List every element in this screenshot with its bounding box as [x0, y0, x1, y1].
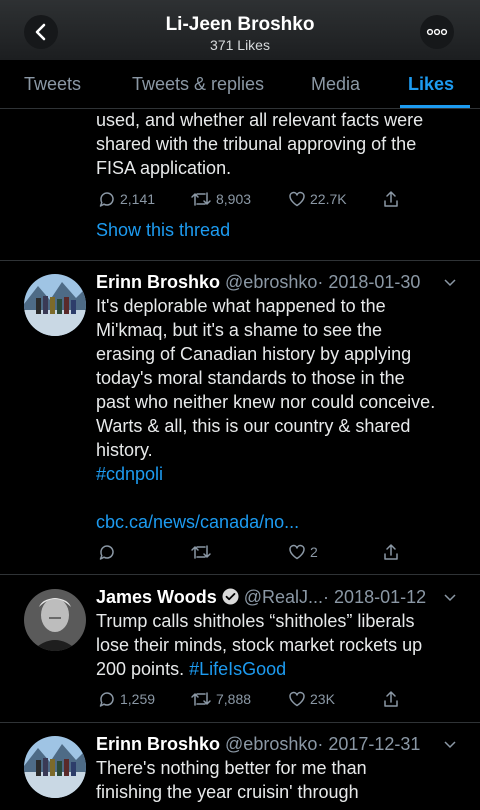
share-icon — [384, 191, 398, 207]
heart-icon — [289, 191, 305, 207]
tweet-text-line: There's nothing better for me than — [96, 758, 367, 778]
tweet-text-line: Warts & all, this is our country & share… — [96, 416, 411, 436]
share-button[interactable] — [382, 190, 400, 208]
tweet-text-line: finishing the year cruisin' through — [96, 782, 359, 802]
more-dots-icon — [426, 28, 448, 36]
like-count: 23K — [310, 691, 335, 707]
tab-tweets-replies[interactable]: Tweets & replies — [132, 74, 264, 95]
avatar[interactable] — [24, 274, 86, 336]
hashtag-link[interactable]: #LifeIsGood — [189, 659, 286, 679]
divider — [0, 574, 480, 575]
tweet-date: · 2017-12-31 — [317, 734, 421, 754]
author-name[interactable]: James Woods — [96, 587, 217, 607]
heart-icon — [289, 691, 305, 707]
retweet-button[interactable]: 7,888 — [190, 690, 251, 708]
tab-media[interactable]: Media — [311, 74, 360, 95]
avatar[interactable] — [24, 589, 86, 651]
tweet-text-line: history. — [96, 440, 153, 460]
chevron-down-icon[interactable] — [444, 741, 456, 749]
tweet-text-line: today's moral standards to those in the — [96, 368, 405, 388]
tweet-text-line: FISA application. — [96, 158, 232, 178]
likes-count: 371 Likes — [210, 37, 270, 53]
retweet-button[interactable] — [190, 543, 212, 561]
chevron-down-icon[interactable] — [444, 279, 456, 287]
reply-icon — [99, 692, 114, 707]
tweet-text-line: used, and whether all relevant facts wer… — [96, 110, 424, 130]
tweet-date: · 2018-01-30 — [317, 272, 421, 292]
reply-button[interactable] — [98, 543, 116, 561]
tweet-text-line: Mi'kmaq, but it's a shame to see the — [96, 320, 383, 340]
reply-button[interactable]: 1,259 — [98, 690, 155, 708]
tweet-header: Erinn Broshko @ebroshko· 2018-01-30 — [96, 270, 420, 294]
author-handle[interactable]: @RealJ... — [244, 587, 323, 607]
like-count: 22.7K — [310, 191, 347, 207]
avatar-photo — [24, 736, 86, 798]
hashtag-link[interactable]: #cdnpoli — [96, 462, 163, 486]
show-thread-link[interactable]: Show this thread — [96, 218, 230, 242]
more-button[interactable] — [420, 15, 454, 49]
tweet-date: · 2018-01-12 — [323, 587, 427, 607]
tweet-text: 200 points. — [96, 659, 190, 679]
chevron-down-icon[interactable] — [444, 594, 456, 602]
retweet-icon — [191, 545, 211, 559]
retweet-icon — [191, 692, 211, 706]
avatar-photo — [24, 274, 86, 336]
tweet-text-line: shared with the tribunal approving of th… — [96, 134, 417, 154]
reply-icon — [99, 545, 114, 560]
like-count: 2 — [310, 544, 318, 560]
tweet-text-line: 200 points. #LifeIsGood — [96, 657, 286, 681]
reply-icon — [99, 192, 114, 207]
divider — [0, 260, 480, 261]
avatar-photo — [24, 589, 86, 651]
tweet-text-line: past who neither knew nor could conceive… — [96, 392, 436, 412]
author-handle[interactable]: @ebroshko — [225, 272, 317, 292]
tab-likes[interactable]: Likes — [408, 74, 454, 95]
verified-badge-icon — [222, 588, 239, 605]
share-icon — [384, 544, 398, 560]
retweet-count: 7,888 — [216, 691, 252, 707]
reply-count: 2,141 — [120, 191, 156, 207]
tweet-header: Erinn Broshko @ebroshko· 2017-12-31 — [96, 732, 420, 756]
divider — [0, 722, 480, 723]
profile-tabs: Tweets Tweets & replies Media Likes — [0, 60, 480, 109]
avatar[interactable] — [24, 736, 86, 798]
share-button[interactable] — [382, 690, 400, 708]
profile-header: Li-Jeen Broshko 371 Likes — [0, 0, 480, 60]
like-button[interactable]: 23K — [288, 690, 335, 708]
tweet-text-line: It's deplorable what happened to the — [96, 296, 386, 316]
tweet-text-line: erasing of Canadian history by applying — [96, 344, 412, 364]
profile-name: Li-Jeen Broshko — [165, 14, 315, 35]
share-button[interactable] — [382, 543, 400, 561]
tweet-text-line: lose their minds, stock market rockets u… — [96, 635, 423, 655]
share-icon — [384, 691, 398, 707]
tweet-text-line: Trump calls shitholes “shitholes” libera… — [96, 611, 415, 631]
like-button[interactable]: 22.7K — [288, 190, 347, 208]
like-button[interactable]: 2 — [288, 543, 318, 561]
author-name[interactable]: Erinn Broshko — [96, 272, 220, 292]
retweet-count: 8,903 — [216, 191, 252, 207]
retweet-button[interactable]: 8,903 — [190, 190, 251, 208]
tab-tweets[interactable]: Tweets — [24, 74, 81, 95]
heart-icon — [289, 544, 305, 560]
reply-count: 1,259 — [120, 691, 156, 707]
reply-button[interactable]: 2,141 — [98, 190, 155, 208]
url-link[interactable]: cbc.ca/news/canada/no... — [96, 510, 299, 534]
author-name[interactable]: Erinn Broshko — [96, 734, 220, 754]
author-handle[interactable]: @ebroshko — [225, 734, 317, 754]
retweet-icon — [191, 192, 211, 206]
tweet-header: James Woods @RealJ...· 2018-01-12 — [96, 585, 426, 609]
